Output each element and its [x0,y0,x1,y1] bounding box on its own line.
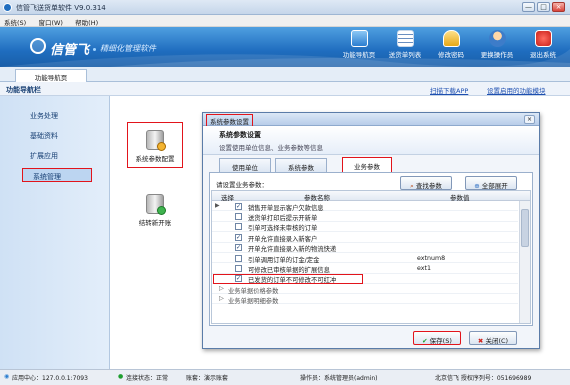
grid-header: 选择 参数名称 参数值 [212,191,530,202]
save-button[interactable]: ✔ 保存(S) [413,331,461,345]
dialog-title-bar: 系统参数设置 × [203,113,539,128]
row-checkbox[interactable] [235,264,242,272]
logo-dot-icon [93,48,96,51]
table-row[interactable]: ✓ 开单允许直接录入新客户 [212,232,518,243]
banner: 信管飞 精细化管理软件 功能导航页 送货单列表 修改密码 更换操作员 退出系统 [0,27,570,67]
monitor-icon [350,30,368,47]
params-grid: 选择 参数名称 参数值 ▶ ✓ 销售开单显示客户欠款信息 送货单打印后提示开新单 引… [211,190,531,324]
table-row[interactable]: 送货单打印后提示开新单 [212,211,518,222]
download-app-link[interactable]: 扫描下载APP [430,85,468,95]
logo-icon [30,38,46,54]
power-icon [534,30,552,47]
row-checkbox[interactable] [235,212,242,220]
minimize-button[interactable]: — [522,2,535,12]
menu-system[interactable]: 系统(S) [0,15,32,27]
close-period-shortcut[interactable]: 结转新开账 [129,191,181,233]
database-gear-icon [146,130,166,151]
settings-dialog: 系统参数设置 × 系统参数设置 设置使用单位信息、业务参数等信息 使用单位 系统… [202,112,540,349]
app-center-icon: ◉ [4,373,10,380]
check-icon: ✔ [422,337,430,345]
table-row[interactable]: ▶ ✓ 销售开单显示客户欠款信息 [212,201,518,212]
grid-scrollbar[interactable] [519,201,530,323]
tab-org[interactable]: 使用单位 [219,158,271,172]
lock-icon [442,30,460,47]
row-checkbox[interactable]: ✓ [235,233,242,241]
users-icon [488,30,506,47]
maximize-button[interactable]: □ [537,2,550,12]
expand-all-button[interactable]: ⊕ 全部展开 [465,176,517,190]
menu-bar: 系统(S) 窗口(W) 帮助(H) [0,15,570,27]
tab-strip: 功能导航页 [0,67,570,82]
database-refresh-icon [146,194,166,215]
sidebar-item-extensions[interactable]: 扩展应用 [20,148,90,162]
delivery-list-button[interactable]: 送货单列表 [383,30,427,64]
status-connection: 连接状态：正常 [126,375,169,382]
window-title: 信管飞送货单软件 V9.0.314 [16,4,106,12]
group-row[interactable]: ▷ 业务单据价格参数 [212,284,518,295]
nav-title: 功能导航栏 [6,86,41,94]
shortcut-label: 结转新开账 [138,219,172,227]
close-button[interactable]: ✖ 关闭(C) [469,331,517,345]
status-company: 北京信飞 授权序列号：051696989 [435,375,532,382]
params-prompt: 请设置业务参数： [216,181,268,189]
shortcut-label: 系统参数配置 [135,155,175,163]
dialog-header: 系统参数设置 设置使用单位信息、业务参数等信息 [203,126,539,155]
tab-business-params[interactable]: 业务参数 [342,157,392,172]
sidebar: 业务处理 基础资料 扩展应用 系统管理 [0,96,110,369]
close-window-button[interactable]: × [552,2,565,12]
slogan: 精细化管理软件 [100,44,156,53]
tab-system-params[interactable]: 系统参数 [275,158,327,172]
expand-arrow-icon: ▷ [219,285,224,293]
connection-ok-icon: ● [118,373,124,380]
list-icon [396,30,414,47]
table-row[interactable]: 引单调用订单的订金/定金 extnum8 [212,253,518,264]
status-app-center: 应用中心：127.0.0.1:7093 [12,375,88,382]
row-checkbox[interactable] [235,254,242,262]
find-params-button[interactable]: ⌕ 查找参数 [400,176,452,190]
table-row[interactable]: 引单可选择未审核的订单 [212,222,518,232]
status-bar: ◉ 应用中心：127.0.0.1:7093 ● 连接状态：正常 账套：演示账套 … [0,369,570,385]
menu-window[interactable]: 窗口(W) [34,15,69,27]
group-row[interactable]: ▷ 业务单据明细参数 [212,294,518,305]
exit-system-button[interactable]: 退出系统 [521,30,565,64]
logo-text: 信管飞 [50,43,90,58]
table-row-highlighted[interactable]: ✓ 已发货的订单不可修改不可红冲 [212,273,518,284]
dialog-close-icon[interactable]: × [524,115,535,124]
status-account: 账套：演示账套 [186,375,229,382]
app-icon [3,3,12,12]
table-row[interactable]: 可修改已审核单据的扩展信息 ext1 [212,263,518,274]
setup-modules-link[interactable]: 设置启用的功能模块 [487,85,546,95]
row-checkbox[interactable]: ✓ [235,275,242,283]
expand-arrow-icon: ▷ [219,295,224,303]
row-checkbox[interactable]: ✓ [235,202,242,210]
menu-help[interactable]: 帮助(H) [71,15,104,27]
switch-operator-button[interactable]: 更换操作员 [475,30,519,64]
header-title: 系统参数设置 [219,131,261,139]
tab-home[interactable]: 功能导航页 [15,69,87,82]
sidebar-item-basic-data[interactable]: 基础资料 [20,128,90,142]
row-checkbox[interactable]: ✓ [235,244,242,252]
table-row[interactable]: ✓ 开单允许直接录入新的物流快递 [212,243,518,253]
expand-icon: ⊕ [474,182,482,190]
nav-home-button[interactable]: 功能导航页 [337,30,381,64]
system-settings-shortcut[interactable]: 系统参数配置 [127,122,183,168]
row-selector-icon: ▶ [215,202,220,209]
sidebar-item-business[interactable]: 业务处理 [20,108,90,122]
change-password-button[interactable]: 修改密码 [429,30,473,64]
title-bar: 信管飞送货单软件 V9.0.314 — □ × [0,0,570,15]
header-subtitle: 设置使用单位信息、业务参数等信息 [219,144,323,152]
row-checkbox[interactable] [235,223,242,231]
nav-header: 功能导航栏 扫描下载APP 设置启用的功能模块 [0,82,570,96]
status-operator: 操作员：系统管理员(admin) [300,375,378,382]
sidebar-item-system[interactable]: 系统管理 [22,168,92,182]
